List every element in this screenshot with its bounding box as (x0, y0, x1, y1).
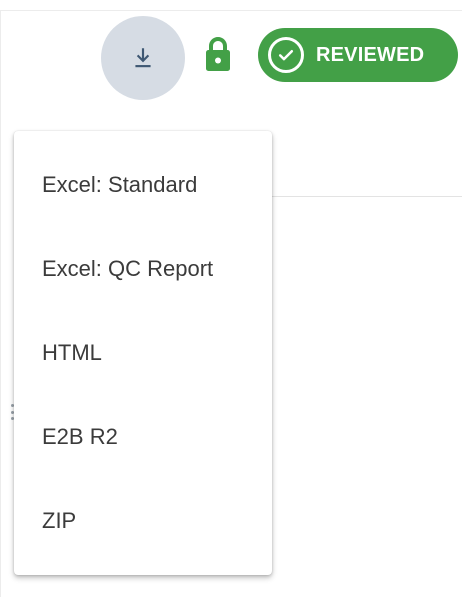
export-menu: Excel: Standard Excel: QC Report HTML E2… (14, 131, 272, 575)
menu-item-html[interactable]: HTML (14, 311, 272, 395)
menu-item-excel-standard[interactable]: Excel: Standard (14, 143, 272, 227)
lock-icon (202, 34, 234, 74)
menu-item-zip[interactable]: ZIP (14, 479, 272, 563)
status-badge-label: REVIEWED (316, 43, 425, 66)
status-badge: REVIEWED (258, 28, 458, 82)
check-circle-icon (268, 37, 304, 73)
download-icon (135, 48, 151, 68)
menu-item-excel-qc-report[interactable]: Excel: QC Report (14, 227, 272, 311)
toolbar: REVIEWED (0, 0, 462, 110)
menu-item-e2b-r2[interactable]: E2B R2 (14, 395, 272, 479)
download-button[interactable] (101, 16, 185, 100)
header-divider (272, 196, 462, 197)
